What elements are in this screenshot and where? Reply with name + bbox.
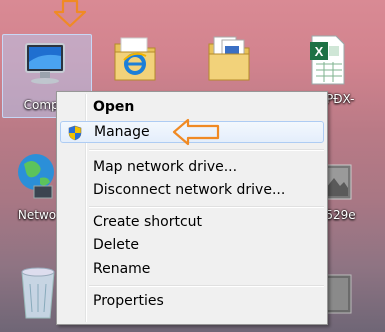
folder-document-icon [208,36,250,81]
svg-text:X: X [315,44,324,59]
menu-item-properties[interactable]: Properties [60,290,324,312]
uac-shield-icon [68,125,82,141]
menu-item-open[interactable]: Open [60,96,324,118]
computer-icon [25,43,65,84]
menu-separator [89,149,324,151]
menu-item-delete[interactable]: Delete [60,234,324,256]
menu-item-create-shortcut[interactable]: Create shortcut [60,211,324,233]
menu-item-map-network-drive[interactable]: Map network drive... [60,156,324,178]
annotation-arrow-down-icon [53,0,87,28]
desktop: Compu X PĐX- Netwo l529e Open Manage Map… [0,0,385,332]
annotation-arrow-left-icon [172,118,220,146]
network-globe-icon [18,154,54,199]
menu-separator [89,206,324,208]
menu-item-rename[interactable]: Rename [60,258,324,280]
recycle-bin-icon [21,267,55,319]
menu-item-disconnect-network-drive[interactable]: Disconnect network drive... [60,179,324,201]
folder-ie-icon [114,37,156,81]
menu-separator [89,285,324,287]
excel-file-icon: X [310,35,345,85]
menu-item-label: Manage [94,124,150,140]
